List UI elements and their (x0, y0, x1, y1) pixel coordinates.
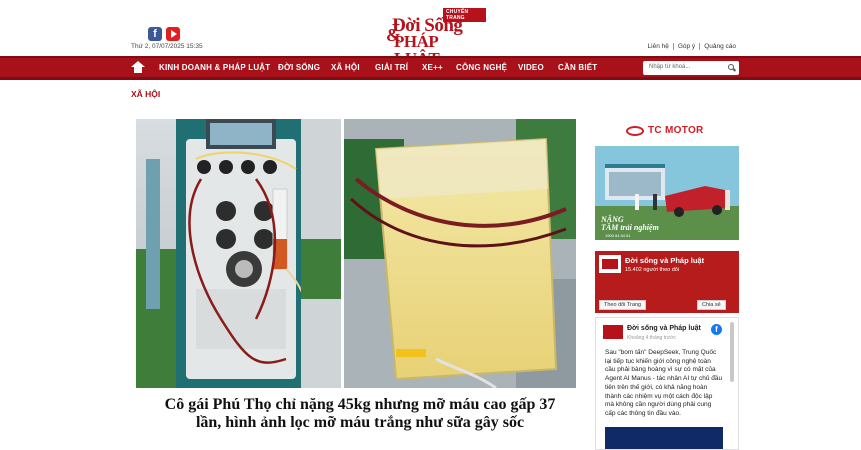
search-placeholder: Nhập từ khoá... (649, 64, 691, 70)
post-text: Sau "bom tấn" DeepSeek, Trung Quốc lại t… (605, 349, 723, 417)
nav-item-can-biet[interactable]: CẦN BIẾT (558, 63, 597, 72)
ad-tagline: NÂNG TẦM trải nghiệm (601, 216, 659, 232)
site-header: f Thứ 2, 07/07/2025 15:35 CHUYÊN TRANG Đ… (0, 0, 861, 67)
share-button[interactable]: Chia sẻ (697, 300, 726, 310)
nav-item-doi-song[interactable]: ĐỜI SỐNG (278, 63, 320, 72)
facebook-icon[interactable]: f (148, 27, 162, 41)
main-nav: KINH DOANH & PHÁP LUẬT ĐỜI SỐNG XÃ HỘI G… (0, 56, 861, 80)
brand-mark-icon (626, 126, 644, 136)
youtube-icon[interactable] (166, 27, 180, 41)
ad-banner[interactable]: NÂNG TẦM trải nghiệm 1900.54.54.51 (595, 146, 739, 240)
ad-phone: 1900.54.54.51 (605, 233, 631, 238)
link-feedback[interactable]: Góp ý (672, 43, 699, 50)
page-followers: 15.402 người theo dõi (625, 267, 680, 273)
ad-tagline-2: TẦM trải nghiệm (601, 223, 659, 232)
link-advertise[interactable]: Quảng cáo (699, 43, 740, 50)
link-contact[interactable]: Liên hệ (644, 43, 673, 50)
header-datetime: Thứ 2, 07/07/2025 15:35 (131, 43, 203, 50)
post-image[interactable] (605, 427, 723, 449)
post-time: Khoảng 4 tháng trước (627, 335, 676, 341)
nav-item-xa-hoi[interactable]: XÃ HỘI (331, 63, 360, 72)
article-headline[interactable]: Cô gái Phú Thọ chỉ nặng 45kg nhưng mỡ má… (160, 396, 560, 432)
post-avatar (603, 325, 623, 339)
nav-item-kinh-doanh[interactable]: KINH DOANH & PHÁP LUẬT (159, 63, 270, 72)
nav-item-video[interactable]: VIDEO (518, 63, 544, 72)
section-breadcrumb[interactable]: XÃ HỘI (131, 89, 160, 99)
search-input[interactable]: Nhập từ khoá... (643, 61, 739, 75)
header-links: Liên hệ Góp ý Quảng cáo (644, 43, 740, 50)
site-logo[interactable]: CHUYÊN TRANG Đời Sống & PHÁP LUẬT (386, 8, 486, 67)
search-icon[interactable] (728, 64, 734, 70)
page-name[interactable]: Đời sống và Pháp luật (625, 256, 704, 265)
home-icon[interactable] (131, 61, 145, 74)
post-author[interactable]: Đời sống và Pháp luật (627, 325, 701, 332)
article-hero-image[interactable] (136, 119, 576, 388)
page-avatar (599, 255, 621, 273)
nav-item-giai-tri[interactable]: GIẢI TRÍ (375, 63, 408, 72)
ad-brand-logo[interactable]: TC MOTOR (626, 125, 710, 137)
nav-item-cong-nghe[interactable]: CÔNG NGHỆ (456, 63, 507, 72)
facebook-feed[interactable]: Đời sống và Pháp luật Khoảng 4 tháng trư… (595, 317, 739, 450)
follow-page-button[interactable]: Theo dõi Trang (599, 300, 646, 310)
nav-item-xe[interactable]: XE++ (422, 63, 443, 72)
facebook-icon: f (711, 324, 722, 335)
ad-brand-name: TC MOTOR (648, 125, 704, 136)
feed-scrollbar[interactable] (730, 322, 734, 382)
facebook-page-widget[interactable]: Đời sống và Pháp luật 15.402 người theo … (595, 251, 739, 313)
